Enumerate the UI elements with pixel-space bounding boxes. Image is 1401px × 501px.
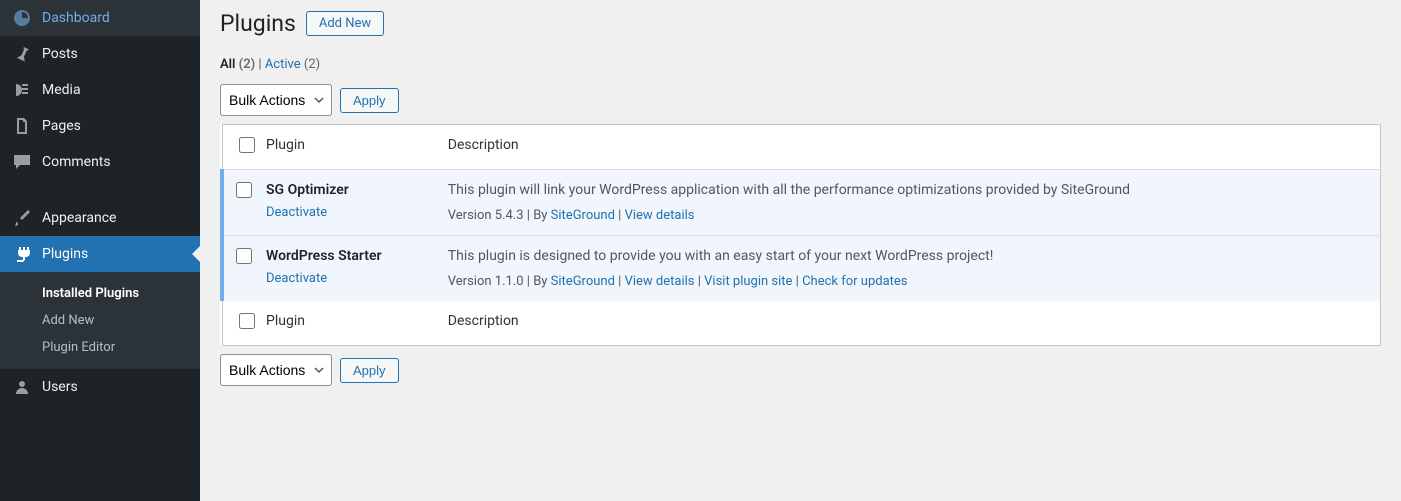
- select-all-checkbox-top[interactable]: [239, 137, 255, 153]
- bulk-action-select-top[interactable]: Bulk Actions: [220, 84, 332, 116]
- check-updates-link[interactable]: Check for updates: [802, 274, 907, 289]
- sidebar-label: Plugins: [42, 246, 88, 262]
- add-new-button[interactable]: Add New: [306, 11, 384, 36]
- author-link[interactable]: SiteGround: [551, 208, 615, 223]
- sidebar-item-appearance[interactable]: Appearance: [0, 200, 200, 236]
- sidebar-item-plugins[interactable]: Plugins: [0, 236, 200, 272]
- media-icon: [12, 80, 32, 100]
- main-content: Plugins Add New All (2) | Active (2) Bul…: [200, 0, 1401, 501]
- plugin-name: SG Optimizer: [266, 182, 428, 198]
- col-footer-plugin: Plugin: [256, 301, 438, 346]
- sidebar-label: Media: [42, 82, 81, 98]
- col-header-plugin: Plugin: [256, 125, 438, 170]
- submenu-plugin-editor[interactable]: Plugin Editor: [0, 334, 200, 361]
- submenu-installed-plugins[interactable]: Installed Plugins: [0, 280, 200, 307]
- sidebar-label: Users: [42, 379, 78, 395]
- filter-active[interactable]: Active (2): [265, 57, 320, 72]
- plugins-submenu: Installed Plugins Add New Plugin Editor: [0, 272, 200, 369]
- apply-button-top[interactable]: Apply: [340, 88, 399, 113]
- pin-icon: [12, 44, 32, 64]
- sidebar-item-dashboard[interactable]: Dashboard: [0, 0, 200, 36]
- plugin-meta: Version 5.4.3 | By SiteGround | View det…: [448, 208, 1370, 223]
- sidebar-item-posts[interactable]: Posts: [0, 36, 200, 72]
- comments-icon: [12, 152, 32, 172]
- sidebar-label: Dashboard: [42, 10, 110, 26]
- sidebar-label: Posts: [42, 46, 78, 62]
- page-title: Plugins: [220, 10, 296, 37]
- view-details-link[interactable]: View details: [625, 274, 695, 289]
- table-row: SG Optimizer Deactivate This plugin will…: [222, 170, 1381, 236]
- col-header-description: Description: [438, 125, 1381, 170]
- plugin-description: This plugin will link your WordPress app…: [448, 182, 1370, 198]
- submenu-add-new[interactable]: Add New: [0, 307, 200, 334]
- admin-sidebar: Dashboard Posts Media Pages Comments App…: [0, 0, 200, 501]
- visit-site-link[interactable]: Visit plugin site: [704, 274, 792, 289]
- sidebar-item-users[interactable]: Users: [0, 369, 200, 405]
- plugin-meta: Version 1.1.0 | By SiteGround | View det…: [448, 274, 1370, 289]
- col-footer-description: Description: [438, 301, 1381, 346]
- plugin-name: WordPress Starter: [266, 248, 428, 264]
- users-icon: [12, 377, 32, 397]
- tablenav-top: Bulk Actions Apply: [220, 84, 1381, 116]
- tablenav-bottom: Bulk Actions Apply: [220, 354, 1381, 386]
- plugin-status-filters: All (2) | Active (2): [220, 57, 1381, 72]
- sidebar-item-pages[interactable]: Pages: [0, 108, 200, 144]
- plugin-icon: [12, 244, 32, 264]
- row-checkbox[interactable]: [236, 248, 252, 264]
- sidebar-label: Appearance: [42, 210, 116, 226]
- sidebar-label: Pages: [42, 118, 81, 134]
- pages-icon: [12, 116, 32, 136]
- table-row: WordPress Starter Deactivate This plugin…: [222, 236, 1381, 302]
- sidebar-label: Comments: [42, 154, 111, 170]
- apply-button-bottom[interactable]: Apply: [340, 358, 399, 383]
- deactivate-link[interactable]: Deactivate: [266, 205, 327, 220]
- brush-icon: [12, 208, 32, 228]
- sidebar-item-comments[interactable]: Comments: [0, 144, 200, 180]
- dashboard-icon: [12, 8, 32, 28]
- filter-all[interactable]: All (2): [220, 57, 255, 72]
- bulk-action-select-bottom[interactable]: Bulk Actions: [220, 354, 332, 386]
- view-details-link[interactable]: View details: [625, 208, 695, 223]
- page-header: Plugins Add New: [220, 10, 1381, 37]
- plugins-table: Plugin Description SG Optimizer Deactiva…: [220, 124, 1381, 346]
- select-all-checkbox-bottom[interactable]: [239, 313, 255, 329]
- row-checkbox[interactable]: [236, 182, 252, 198]
- sidebar-item-media[interactable]: Media: [0, 72, 200, 108]
- deactivate-link[interactable]: Deactivate: [266, 271, 327, 286]
- plugin-description: This plugin is designed to provide you w…: [448, 248, 1370, 264]
- author-link[interactable]: SiteGround: [551, 274, 615, 289]
